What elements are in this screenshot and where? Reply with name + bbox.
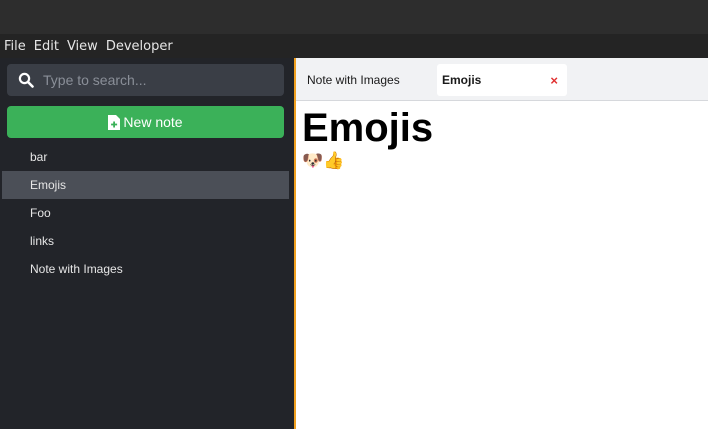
tab-emojis[interactable]: Emojis × [437,64,567,96]
emoji-line: 🐶👍 [302,151,345,170]
search-box[interactable] [7,64,284,96]
new-note-icon [108,114,121,130]
sidebar: New note bar Emojis Foo links Note with … [0,58,294,429]
new-note-button[interactable]: New note [7,106,284,138]
note-item-bar[interactable]: bar [2,143,289,171]
note-item-note-with-images[interactable]: Note with Images [2,255,289,283]
note-list: bar Emojis Foo links Note with Images [2,143,289,283]
tab-label: Note with Images [307,73,400,87]
tab-label: Emojis [442,73,482,87]
tab-bar: Note with Images Emojis × [296,58,708,101]
menu-edit[interactable]: Edit [30,39,63,54]
note-content[interactable]: Emojis 🐶👍 [302,106,433,172]
note-item-foo[interactable]: Foo [2,199,289,227]
menu-view[interactable]: View [63,39,102,54]
menu-developer[interactable]: Developer [102,39,177,54]
note-title: Emojis [302,106,434,150]
search-icon [18,72,34,88]
search-input[interactable] [43,72,273,88]
window-titlebar[interactable] [0,0,708,34]
new-note-label: New note [123,114,183,130]
menu-bar: File Edit View Developer [0,34,708,58]
note-item-links[interactable]: links [2,227,289,255]
tab-note-with-images[interactable]: Note with Images [307,64,400,96]
note-item-emojis[interactable]: Emojis [2,171,289,199]
close-icon[interactable]: × [550,73,558,88]
editor-pane: Note with Images Emojis × Emojis 🐶👍 [296,58,708,429]
menu-file[interactable]: File [0,39,30,54]
